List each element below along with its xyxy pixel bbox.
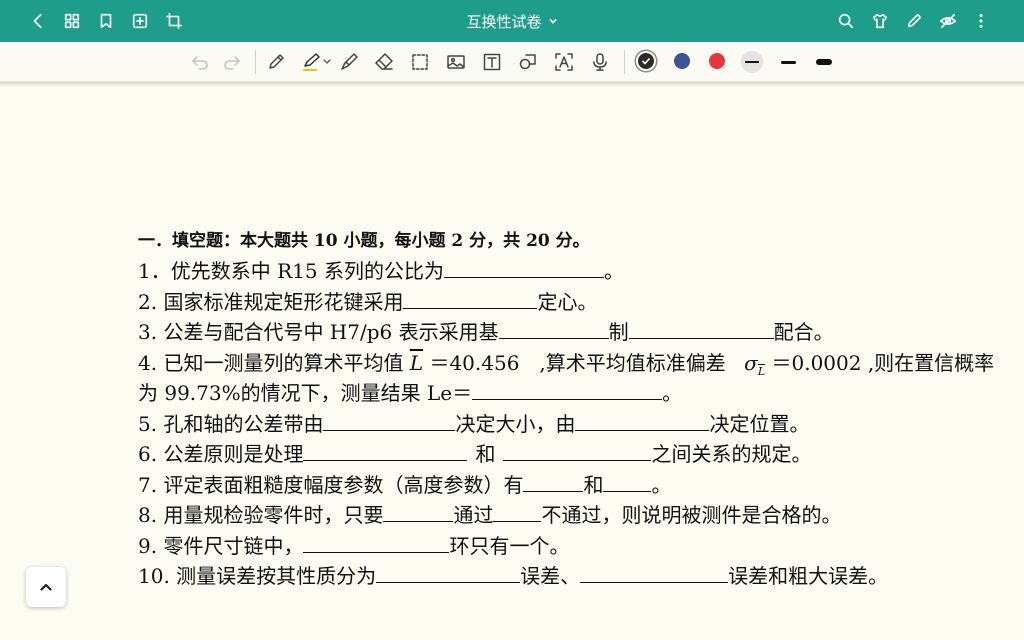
chevron-up-icon xyxy=(40,583,52,591)
redo-icon[interactable] xyxy=(220,50,244,74)
answer-blank[interactable] xyxy=(503,440,652,461)
pencil-icon[interactable] xyxy=(264,50,288,74)
answer-blank[interactable] xyxy=(403,288,538,309)
app-bar: 互换性试卷 xyxy=(0,0,1024,42)
shape-icon[interactable] xyxy=(516,50,540,74)
document-title: 互换性试卷 xyxy=(466,12,542,31)
toolbar-shadow xyxy=(0,82,1024,87)
highlighter-icon[interactable] xyxy=(300,50,334,74)
search-icon[interactable] xyxy=(833,8,859,34)
crop-icon[interactable] xyxy=(161,8,187,34)
color-swatch-black[interactable] xyxy=(638,53,654,69)
question-10: 10. 测量误差按其性质分为 误差、 误差和粗大误差。 xyxy=(138,562,889,588)
answer-blank[interactable] xyxy=(383,501,454,522)
question-7: 7. 评定表面粗糙度幅度参数（高度参数）有和。 xyxy=(138,471,672,497)
stroke-width-thick[interactable] xyxy=(813,51,835,73)
answer-blank[interactable] xyxy=(580,562,729,583)
stroke-width-medium[interactable] xyxy=(777,51,799,73)
answer-blank[interactable] xyxy=(628,318,774,339)
question-2: 2. 国家标准规定矩形花键采用 定心。 xyxy=(138,288,598,314)
add-page-icon[interactable] xyxy=(127,8,153,34)
stroke-width-thin[interactable] xyxy=(741,51,763,73)
section-heading: 一．填空题：本大题共 10 小题，每小题 2 分，共 20 分。 xyxy=(138,231,590,251)
question-9: 9. 零件尺寸链中， 环只有一个。 xyxy=(138,532,570,558)
answer-blank[interactable] xyxy=(575,410,710,431)
eraser-icon[interactable] xyxy=(372,50,396,74)
eye-off-icon[interactable] xyxy=(935,8,961,34)
color-swatch-blue[interactable] xyxy=(674,53,690,69)
answer-blank[interactable] xyxy=(303,532,450,553)
more-icon[interactable] xyxy=(968,8,994,34)
mean-symbol: L xyxy=(409,350,424,375)
color-swatch-red[interactable] xyxy=(709,53,725,69)
lasso-select-icon[interactable] xyxy=(408,50,432,74)
answer-blank[interactable] xyxy=(323,410,456,431)
toolbar-divider xyxy=(624,50,625,74)
answer-blank[interactable] xyxy=(493,501,542,522)
question-3: 3. 公差与配合代号中 H7/p6 表示采用基制配合。 xyxy=(138,318,834,344)
sigma-symbol: σ xyxy=(744,350,758,375)
grid-icon[interactable] xyxy=(59,8,85,34)
question-4-continued: 为 99.73%的情况下，测量结果 Le＝。 xyxy=(138,379,683,405)
check-icon xyxy=(641,57,651,65)
drawing-toolbar xyxy=(0,42,1024,82)
answer-blank[interactable] xyxy=(472,379,663,400)
pen-icon[interactable] xyxy=(901,8,927,34)
answer-blank[interactable] xyxy=(498,318,609,339)
bookmark-icon[interactable] xyxy=(93,8,119,34)
scroll-to-top-button[interactable] xyxy=(26,567,66,607)
back-icon[interactable] xyxy=(25,8,51,34)
text-icon[interactable] xyxy=(480,50,504,74)
question-5: 5. 孔和轴的公差带由 决定大小，由 决定位置。 xyxy=(138,410,810,436)
answer-blank[interactable] xyxy=(603,471,652,492)
question-4: 4. 已知一测量列的算术平均值 L ＝40.456 ,算术平均值标准偏差 σL … xyxy=(138,350,995,378)
ocr-icon[interactable] xyxy=(552,50,576,74)
answer-blank[interactable] xyxy=(303,440,468,461)
question-1: 1．优先数系中 R15 系列的公比为。 xyxy=(138,257,624,283)
image-icon[interactable] xyxy=(444,50,468,74)
answer-blank[interactable] xyxy=(376,562,521,583)
shirt-icon[interactable] xyxy=(867,8,893,34)
chevron-down-icon xyxy=(548,18,557,24)
answer-blank[interactable] xyxy=(443,257,604,278)
document-title-dropdown[interactable]: 互换性试卷 xyxy=(466,11,557,32)
question-8: 8. 用量规检验零件时，只要 通过 不通过，则说明被测件是合格的。 xyxy=(138,501,842,527)
microphone-icon[interactable] xyxy=(588,50,612,74)
toolbar-divider xyxy=(255,50,256,74)
answer-blank[interactable] xyxy=(523,471,584,492)
sigma-subscript: L xyxy=(757,364,766,378)
undo-icon[interactable] xyxy=(188,50,212,74)
brush-icon[interactable] xyxy=(337,50,361,74)
document-page: 一．填空题：本大题共 10 小题，每小题 2 分，共 20 分。 1．优先数系中… xyxy=(138,226,1024,592)
question-6: 6. 公差原则是处理和之间关系的规定。 xyxy=(138,440,812,466)
